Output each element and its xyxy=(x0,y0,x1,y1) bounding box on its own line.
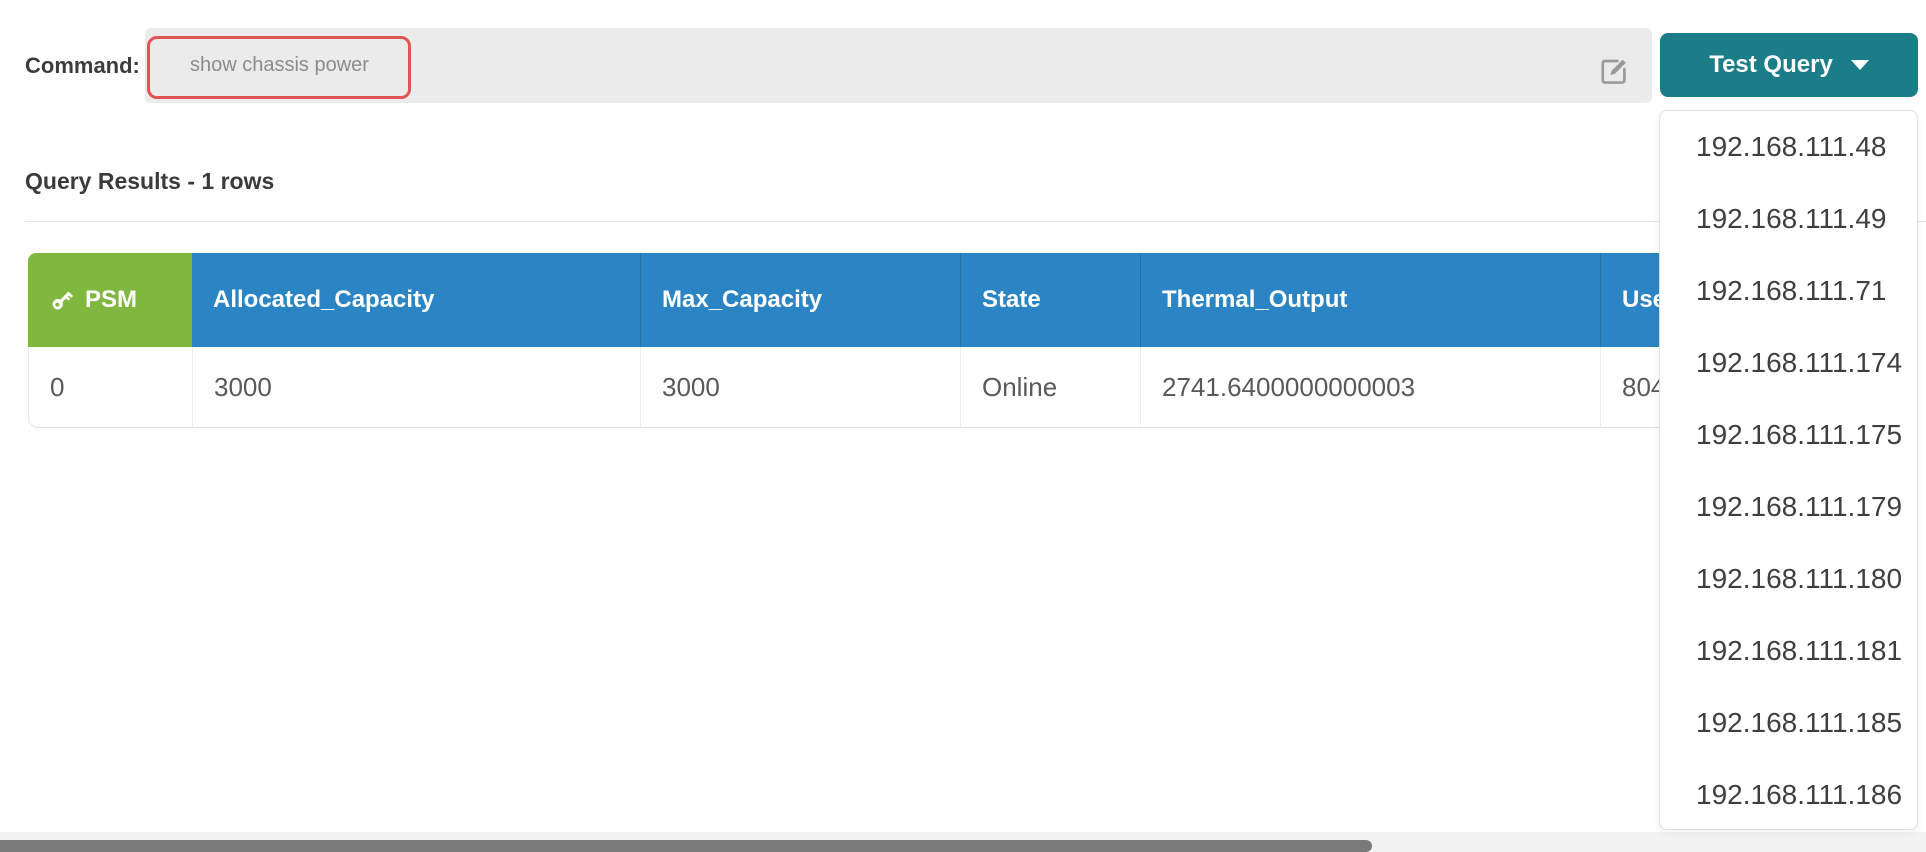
test-query-label: Test Query xyxy=(1709,51,1833,78)
dropdown-item-host[interactable]: 192.168.111.179 xyxy=(1660,471,1917,543)
caret-down-icon xyxy=(1850,60,1869,70)
dropdown-item-host[interactable]: 192.168.111.180 xyxy=(1660,543,1917,615)
key-icon xyxy=(52,291,74,310)
table-header-row: PSM Allocated_Capacity Max_Capacity Stat… xyxy=(28,253,1910,347)
dropdown-item-host[interactable]: 192.168.111.181 xyxy=(1660,615,1917,687)
edit-pencil-square-icon[interactable] xyxy=(1598,55,1630,87)
column-header-label: PSM xyxy=(85,286,138,313)
cell-max-capacity: 3000 xyxy=(640,347,960,428)
cell-thermal-output: 2741.6400000000003 xyxy=(1140,347,1600,428)
heading-divider xyxy=(25,221,1926,222)
dropdown-item-host[interactable]: 192.168.111.185 xyxy=(1660,687,1917,759)
column-header-state: State xyxy=(960,253,1140,347)
dropdown-item-host[interactable]: 192.168.111.175 xyxy=(1660,399,1917,471)
dropdown-item-host[interactable]: 192.168.111.71 xyxy=(1660,255,1917,327)
cell-psm: 0 xyxy=(28,347,192,428)
query-results-heading: Query Results - 1 rows xyxy=(25,168,275,194)
dropdown-item-host[interactable]: 192.168.111.186 xyxy=(1660,759,1917,829)
column-header-thermal-output: Thermal_Output xyxy=(1140,253,1600,347)
command-input[interactable] xyxy=(147,36,409,95)
cell-allocated-capacity: 3000 xyxy=(192,347,640,428)
dropdown-item-host[interactable]: 192.168.111.49 xyxy=(1660,183,1917,255)
page: Command: Test Query 192.168.111.48 192.1… xyxy=(0,0,1926,852)
dropdown-item-host[interactable]: 192.168.111.48 xyxy=(1660,111,1917,183)
dropdown-item-host[interactable]: 192.168.111.174 xyxy=(1660,327,1917,399)
table-row: 0 3000 3000 Online 2741.6400000000003 80… xyxy=(28,347,1910,428)
host-dropdown-menu: 192.168.111.48 192.168.111.49 192.168.11… xyxy=(1659,110,1918,830)
command-label: Command: xyxy=(25,53,140,78)
horizontal-scrollbar-thumb[interactable] xyxy=(0,840,1372,852)
column-header-max-capacity: Max_Capacity xyxy=(640,253,960,347)
query-results-table: PSM Allocated_Capacity Max_Capacity Stat… xyxy=(28,253,1910,428)
test-query-button[interactable]: Test Query xyxy=(1660,33,1918,97)
cell-state: Online xyxy=(960,347,1140,428)
column-header-allocated-capacity: Allocated_Capacity xyxy=(192,253,640,347)
command-bar xyxy=(145,28,1652,103)
horizontal-scrollbar-track[interactable] xyxy=(0,832,1926,852)
column-header-psm: PSM xyxy=(28,253,192,347)
